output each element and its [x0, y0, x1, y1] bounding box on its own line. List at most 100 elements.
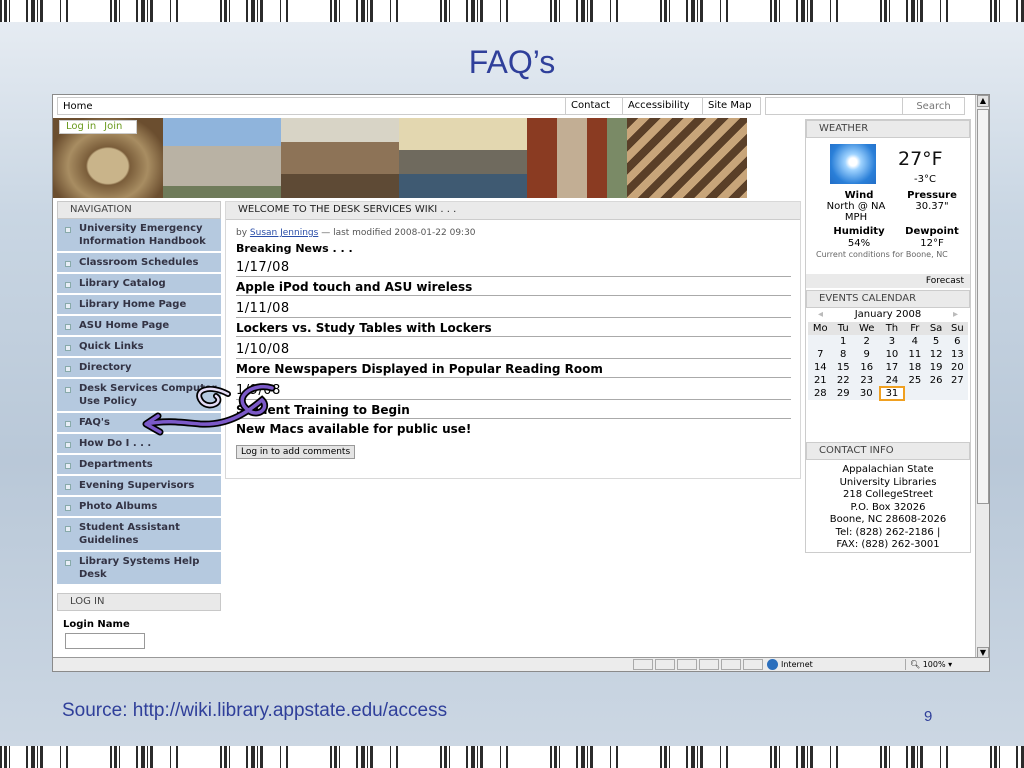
author-link[interactable]: Susan Jennings [250, 228, 318, 238]
calendar-day[interactable]: 27 [946, 374, 968, 387]
curly-arrow-annotation [142, 383, 276, 436]
calendar-day[interactable]: 17 [879, 361, 905, 374]
calendar-day[interactable]: 21 [808, 374, 833, 387]
calendar-day[interactable]: 16 [853, 361, 880, 374]
home-link[interactable]: Home [63, 101, 93, 112]
dewpoint-label: Dewpoint [905, 226, 959, 237]
contact-line: Boone, NC 28608-2026 [829, 514, 947, 525]
bottom-decorative-bar [0, 746, 1024, 768]
nav-item-directory[interactable]: Directory [57, 358, 221, 379]
nav-item-library-systems-help[interactable]: Library Systems Help Desk [57, 552, 221, 586]
calendar-day[interactable]: 19 [925, 361, 947, 374]
calendar-day [808, 335, 833, 348]
join-link[interactable]: Join [104, 121, 122, 132]
bullet-icon [65, 463, 71, 469]
calendar-day[interactable]: 3 [879, 335, 905, 348]
login-link[interactable]: Log in [66, 121, 96, 132]
wind-label: Wind [844, 190, 874, 201]
weather-note: Current conditions for Boone, NC [816, 250, 948, 259]
nav-item-classroom-schedules[interactable]: Classroom Schedules [57, 253, 221, 274]
prev-month-icon[interactable]: ◂ [818, 308, 823, 322]
calendar-day[interactable]: 26 [925, 374, 947, 387]
contact-header: CONTACT INFO [806, 442, 970, 460]
top-decorative-bar [0, 0, 1024, 22]
calendar-day[interactable]: 11 [904, 348, 926, 361]
security-zone: Internet [765, 659, 813, 670]
news-title: Lockers vs. Study Tables with Lockers [236, 321, 791, 337]
weekday-header: Tu [832, 322, 854, 335]
status-segment [699, 659, 719, 670]
forecast-link[interactable]: Forecast [806, 274, 970, 288]
calendar-day[interactable]: 31 [878, 386, 906, 401]
calendar-day[interactable]: 2 [853, 335, 880, 348]
vertical-scrollbar[interactable]: ▲ ▼ [975, 95, 989, 659]
login-name-input[interactable] [65, 632, 145, 649]
calendar-month: ◂ January 2008 ▸ [806, 308, 970, 322]
scrollbar-thumb[interactable] [977, 109, 989, 504]
weekday-header: Th [879, 322, 905, 335]
bullet-icon [65, 526, 71, 532]
calendar-day[interactable]: 10 [879, 348, 905, 361]
nav-item-photo-albums[interactable]: Photo Albums [57, 497, 221, 518]
calendar-days: 1 2 3 4 5 6 7 8 9 10 11 12 13 14 15 16 17 18 19 20 21 22 23 24 2… [808, 335, 968, 401]
news-date: 1/9/08 [236, 383, 791, 400]
calendar-day[interactable]: 28 [808, 387, 833, 400]
banner-photo-stairwell [627, 118, 747, 198]
calendar-day[interactable]: 24 [879, 374, 905, 387]
nav-item-asu-home[interactable]: ASU Home Page [57, 316, 221, 337]
nav-item-library-home[interactable]: Library Home Page [57, 295, 221, 316]
contact-line: P.O. Box 32026 [850, 501, 926, 513]
calendar-day[interactable]: 15 [832, 361, 854, 374]
calendar-day[interactable]: 5 [925, 335, 947, 348]
calendar-day[interactable]: 9 [853, 348, 880, 361]
calendar-day[interactable]: 13 [946, 348, 968, 361]
calendar-day[interactable]: 14 [808, 361, 833, 374]
pressure-label: Pressure [907, 190, 957, 201]
contact-link[interactable]: Contact [565, 98, 615, 114]
nav-item-library-catalog[interactable]: Library Catalog [57, 274, 221, 295]
bullet-icon [65, 387, 71, 393]
calendar-day[interactable]: 8 [832, 348, 854, 361]
search-input[interactable] [902, 98, 964, 114]
main-content: WELCOME TO THE DESK SERVICES WIKI . . . … [225, 201, 801, 479]
auth-links: Log in Join [59, 120, 138, 134]
next-month-icon[interactable]: ▸ [953, 308, 958, 322]
calendar-day[interactable]: 20 [946, 361, 968, 374]
weekday-header: Sa [925, 322, 947, 335]
bullet-icon [65, 227, 71, 233]
bullet-icon [65, 366, 71, 372]
scroll-up-icon[interactable]: ▲ [977, 95, 989, 107]
bullet-icon [65, 421, 71, 427]
contact-info: Appalachian State University Libraries 2… [806, 464, 970, 552]
status-segment [633, 659, 653, 670]
calendar-day [904, 387, 926, 400]
calendar-day[interactable]: 4 [904, 335, 926, 348]
search-box [765, 97, 965, 115]
accessibility-link[interactable]: Accessibility [622, 98, 695, 114]
calendar-day[interactable]: 1 [832, 335, 854, 348]
calendar-day[interactable]: 22 [832, 374, 854, 387]
calendar-day[interactable]: 23 [853, 374, 880, 387]
nav-item-student-assistant-guidelines[interactable]: Student Assistant Guidelines [57, 518, 221, 552]
weekday-header: Fr [904, 322, 926, 335]
calendar-day[interactable]: 29 [832, 387, 854, 400]
calendar-day[interactable]: 7 [808, 348, 833, 361]
nav-item-evening-supervisors[interactable]: Evening Supervisors [57, 476, 221, 497]
calendar-day[interactable]: 30 [853, 387, 880, 400]
navigation-header: NAVIGATION [57, 201, 221, 219]
calendar-day[interactable]: 18 [904, 361, 926, 374]
zoom-level[interactable]: 🔍︎ 100% ▾ [905, 659, 975, 670]
login-panel: LOG IN Login Name [57, 593, 221, 649]
contact-section: CONTACT INFO [806, 442, 970, 460]
banner-photos: Log in Join [53, 118, 747, 198]
calendar-day[interactable]: 12 [925, 348, 947, 361]
pressure-value: 30.37" [915, 201, 949, 212]
breaking-news-heading: Breaking News . . . [236, 242, 353, 255]
calendar-day[interactable]: 25 [904, 374, 926, 387]
sitemap-link[interactable]: Site Map [702, 98, 756, 114]
nav-item-emergency-handbook[interactable]: University Emergency Information Handboo… [57, 219, 221, 253]
nav-item-departments[interactable]: Departments [57, 455, 221, 476]
banner-photo-walkway [527, 118, 627, 198]
nav-item-quick-links[interactable]: Quick Links [57, 337, 221, 358]
calendar-day[interactable]: 6 [946, 335, 968, 348]
